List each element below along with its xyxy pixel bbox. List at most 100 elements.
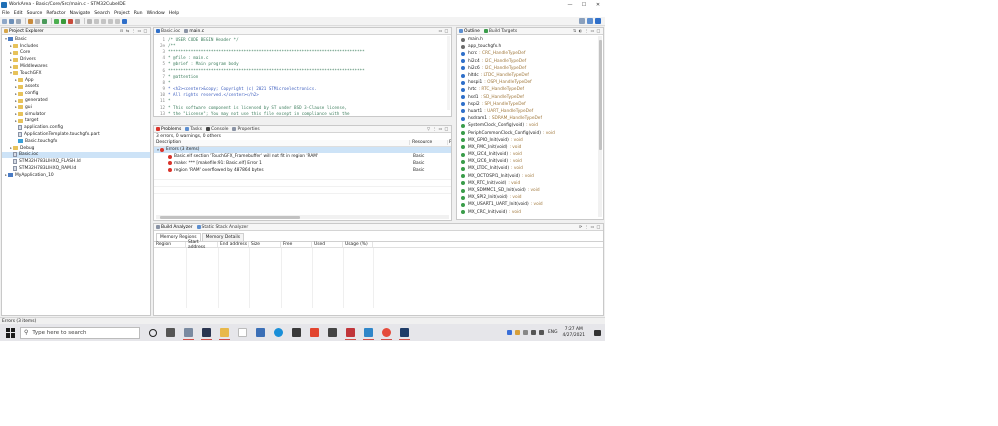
menu-source[interactable]: Source (27, 11, 43, 16)
outline-item[interactable]: MX_I2C6_Init(void): void (457, 158, 603, 165)
view-menu-icon[interactable]: ⋮ (432, 127, 437, 131)
vertical-scrollbar[interactable] (598, 36, 602, 217)
tab-build-analyzer[interactable]: Build Analyzer (156, 225, 193, 230)
taskbar-search-input[interactable]: ⚲ Type here to search (20, 326, 140, 339)
close-button[interactable]: ✕ (591, 2, 605, 8)
menu-project[interactable]: Project (114, 11, 130, 16)
tree-item[interactable]: ▾ Basic (2, 36, 150, 43)
hide-fields-icon[interactable]: ◐ (578, 29, 583, 33)
tree-item[interactable]: ▸ assets (2, 84, 150, 91)
save-icon[interactable] (9, 18, 14, 24)
new-icon[interactable] (2, 18, 7, 24)
menu-search[interactable]: Search (94, 11, 110, 16)
briefcase-icon[interactable] (328, 328, 337, 337)
outline-item[interactable]: MX_CRC_Init(void): void (457, 209, 603, 216)
errors-group-row[interactable]: ▾ Errors (3 items) (154, 146, 451, 154)
outline-item[interactable]: app_touchgfx.h (457, 43, 603, 50)
outline-item[interactable]: hi2c4: I2C_HandleTypeDef (457, 58, 603, 65)
stm32cubemx-icon[interactable] (363, 328, 374, 340)
tab-outline[interactable]: Outline (459, 29, 480, 34)
refresh-icon[interactable]: ⟳ (578, 225, 583, 229)
tree-item[interactable]: ▸ Middlewares (2, 63, 150, 70)
cube-perspective-icon[interactable] (595, 18, 601, 24)
outline-item[interactable]: MX_LTDC_Init(void): void (457, 165, 603, 172)
cpp-perspective-icon[interactable] (587, 18, 593, 24)
outline-item[interactable]: hsdram1: SDRAM_HandleTypeDef (457, 115, 603, 122)
maximize-button[interactable]: ☐ (577, 2, 591, 8)
tray-app-icon[interactable] (515, 330, 521, 335)
outline-item[interactable]: hltdc: LTDC_HandleTypeDef (457, 72, 603, 79)
chrome-browser-icon[interactable] (381, 328, 392, 340)
volume-icon[interactable] (539, 330, 545, 335)
tab-basic-ioc[interactable]: Basic.ioc (156, 29, 180, 34)
column-usage[interactable]: Usage (%) (343, 242, 373, 247)
minimize-view-icon[interactable]: ▭ (590, 225, 595, 229)
menu-edit[interactable]: Edit (14, 11, 23, 16)
outline-item[interactable]: MX_RTC_Init(void): void (457, 180, 603, 187)
outline-item[interactable]: MX_SDMMC1_SD_Init(void): void (457, 187, 603, 194)
network-icon[interactable] (531, 330, 537, 335)
tab-problems[interactable]: Problems (156, 127, 181, 132)
minimize-view-icon[interactable]: ▭ (137, 29, 142, 33)
collapse-all-icon[interactable]: ⊟ (119, 29, 124, 33)
tab-properties[interactable]: Properties (232, 127, 260, 132)
search-icon[interactable] (87, 18, 92, 24)
scrollbar-thumb[interactable] (160, 215, 300, 219)
tree-item[interactable]: STM32H783LIHXQ_RAM.ld (2, 165, 150, 172)
sort-icon[interactable]: ⇅ (572, 29, 577, 33)
minimize-button[interactable]: — (563, 2, 577, 8)
run-play-icon[interactable] (61, 18, 66, 24)
tree-item[interactable]: ▸ Drivers (2, 56, 150, 63)
maximize-view-icon[interactable]: □ (596, 29, 601, 33)
maximize-view-icon[interactable]: □ (444, 29, 449, 33)
tree-item[interactable]: STM32H783LIHXQ_FLASH.ld (2, 158, 150, 165)
minimize-view-icon[interactable]: ▭ (438, 127, 443, 131)
project-explorer-tab[interactable]: Project Explorer (4, 29, 44, 34)
filter-icon[interactable]: ▽ (426, 127, 431, 131)
info-icon[interactable] (122, 18, 127, 24)
help-icon[interactable] (507, 330, 513, 335)
outline-item[interactable]: hi2c6: I2C_HandleTypeDef (457, 65, 603, 72)
view-menu-icon[interactable]: ⋮ (584, 29, 589, 33)
column-start-address[interactable]: Start address (186, 240, 218, 250)
outline-item[interactable]: MX_I2C4_Init(void): void (457, 151, 603, 158)
input-language[interactable]: ENG (548, 330, 557, 335)
build-hammer-icon[interactable] (28, 18, 33, 24)
acrobat-icon[interactable] (345, 328, 356, 340)
outline-item[interactable]: hospi1: OSPI_HandleTypeDef (457, 79, 603, 86)
task-view-icon[interactable] (166, 328, 175, 337)
chevron-up-icon[interactable] (523, 330, 529, 335)
tree-item[interactable]: ▸ Debug (2, 145, 150, 152)
mail-icon[interactable] (256, 328, 265, 337)
view-menu-icon[interactable]: ⋮ (584, 225, 589, 229)
view-menu-icon[interactable]: ⋮ (131, 29, 136, 33)
column-size[interactable]: Size (249, 242, 281, 247)
windows-start-icon[interactable] (6, 327, 16, 338)
column-description[interactable]: Description (154, 140, 409, 145)
notification-icon[interactable] (594, 329, 601, 336)
external-tools-icon[interactable] (75, 18, 80, 24)
tab-main-c[interactable]: main.c (184, 29, 204, 34)
outline-item[interactable]: MX_GPIO_Init(void): void (457, 137, 603, 144)
open-perspective-icon[interactable] (579, 18, 585, 24)
edge-browser-icon[interactable] (274, 328, 283, 337)
generate-code-icon[interactable] (42, 18, 47, 24)
back-icon[interactable] (108, 18, 113, 24)
outline-item[interactable]: hcrc: CRC_HandleTypeDef (457, 50, 603, 57)
cortana-icon[interactable] (149, 328, 157, 337)
outline-item[interactable]: MX_FMC_Init(void): void (457, 144, 603, 151)
tree-item[interactable]: ▾ TouchGFX (2, 70, 150, 77)
outline-item[interactable]: main.h (457, 36, 603, 43)
outline-item[interactable]: MX_OCTOSPI1_Init(void): void (457, 173, 603, 180)
tab-console[interactable]: Console (206, 127, 228, 132)
problem-row[interactable]: make: *** [makefile:91: Basic.elf] Error… (154, 160, 451, 167)
overview-ruler[interactable] (447, 36, 450, 110)
tree-item[interactable]: ▸ Includes (2, 43, 150, 50)
tree-item[interactable]: ▸ config (2, 90, 150, 97)
column-used[interactable]: Used (312, 242, 343, 247)
prev-annotation-icon[interactable] (101, 18, 106, 24)
tab-static-stack-analyzer[interactable]: Static Stack Analyzer (196, 225, 248, 230)
tree-item[interactable]: Basic.ioc (2, 151, 150, 159)
minimize-view-icon[interactable]: ▭ (438, 29, 443, 33)
tree-item[interactable]: ▸ Core (2, 50, 150, 57)
